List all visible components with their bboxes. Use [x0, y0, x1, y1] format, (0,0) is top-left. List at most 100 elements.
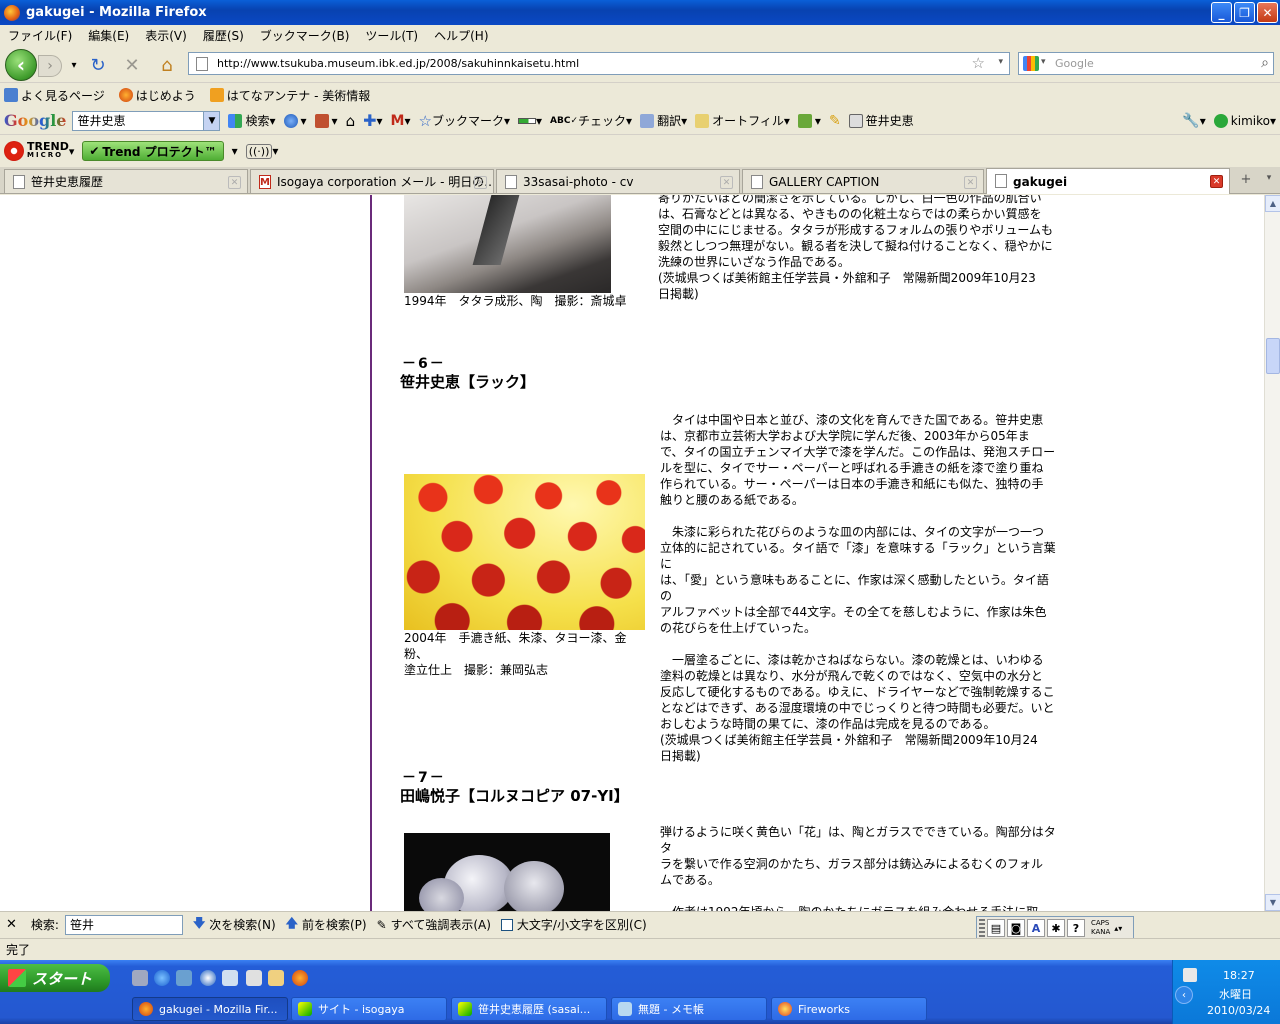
- engine-dropdown-icon[interactable]: ▾: [1041, 57, 1046, 67]
- scroll-thumb[interactable]: [1266, 338, 1280, 374]
- clock-time[interactable]: 18:27: [1223, 969, 1255, 982]
- stop-icon[interactable]: ✕: [120, 54, 144, 76]
- home-button[interactable]: ⌂: [346, 112, 356, 130]
- google-engine-icon[interactable]: [1023, 56, 1039, 71]
- trend-toolbar: TREND MICRO ▾ ✔ Trend プロテクト™ ▾ ((·)) ▾: [0, 136, 1280, 166]
- menu-history[interactable]: 履歴(S): [195, 27, 252, 44]
- google-logo[interactable]: Google: [4, 111, 66, 130]
- quicklaunch-people-icon[interactable]: [268, 970, 284, 986]
- tab-gallery-caption[interactable]: GALLERY CAPTION ✕: [742, 169, 984, 193]
- history-dropdown-icon[interactable]: ▾: [62, 54, 86, 76]
- vertical-scrollbar[interactable]: ▲ ▼: [1264, 195, 1280, 911]
- bookmarks-button[interactable]: ☆ ブックマーク ▾: [419, 112, 511, 130]
- scroll-down-button[interactable]: ▼: [1265, 894, 1280, 911]
- ime-toolbar[interactable]: ▤ ◙ A ✱ ? CAPS KANA ▴▾: [976, 916, 1134, 940]
- find-prev-button[interactable]: 🡅 前を検索(P): [286, 914, 367, 935]
- scroll-up-button[interactable]: ▲: [1265, 195, 1280, 212]
- input-mode-icon[interactable]: A: [1027, 919, 1045, 937]
- task-firefox[interactable]: gakugei - Mozilla Fir...: [132, 997, 288, 1021]
- star-icon[interactable]: ☆: [972, 54, 985, 72]
- match-case-checkbox[interactable]: 大文字/小文字を区別(C): [500, 916, 647, 933]
- quicklaunch-firefox-icon[interactable]: [292, 970, 308, 986]
- plus-icon: ✚: [363, 111, 377, 130]
- ime-help-icon[interactable]: ?: [1067, 919, 1085, 937]
- gmail-button[interactable]: M ▾: [391, 113, 411, 129]
- account-button[interactable]: kimiko ▾: [1213, 113, 1276, 128]
- site-icon: [298, 1002, 312, 1016]
- new-tab-icon[interactable]: +: [1236, 172, 1256, 190]
- minimize-button[interactable]: _: [1211, 2, 1232, 23]
- menu-file[interactable]: ファイル(F): [0, 27, 80, 44]
- task-notepad[interactable]: 無題 - メモ帳: [611, 997, 767, 1021]
- quicklaunch-ie-icon[interactable]: [154, 970, 170, 986]
- trend-wifi-button[interactable]: ((·)) ▾: [245, 143, 278, 159]
- search-bar[interactable]: ▾ Google ⌕: [1018, 52, 1274, 75]
- tab-close-icon[interactable]: ✕: [1210, 175, 1223, 188]
- bookmark-most-visited[interactable]: よく見るページ: [0, 87, 105, 104]
- tab-list-icon[interactable]: ▾: [1262, 173, 1276, 189]
- task-sasai-history[interactable]: 笹井史恵履歴 (sasai...: [451, 997, 607, 1021]
- menu-bookmarks[interactable]: ブックマーク(B): [252, 27, 358, 44]
- highlight-all-button[interactable]: ✎ すべて強調表示(A): [377, 916, 491, 933]
- news-button[interactable]: ▾: [314, 113, 338, 128]
- forward-button[interactable]: ›: [38, 55, 62, 77]
- ime-tool-icon[interactable]: ✱: [1047, 919, 1065, 937]
- tab-close-icon[interactable]: ✕: [474, 176, 487, 189]
- tab-isogaya-mail[interactable]: M Isogaya corporation メール - 明日の... ✕: [250, 169, 494, 193]
- quicklaunch-desktop-icon[interactable]: [246, 970, 262, 986]
- quicklaunch-explorer-icon[interactable]: [222, 970, 238, 986]
- task-fireworks[interactable]: Fireworks: [771, 997, 927, 1021]
- chevron-down-icon[interactable]: ▼: [203, 111, 220, 130]
- spellcheck-button[interactable]: ABC✓ チェック ▾: [550, 112, 632, 129]
- maximize-button[interactable]: ❐: [1234, 2, 1255, 23]
- trend-micro-logo[interactable]: TREND MICRO ▾: [4, 141, 74, 161]
- quicklaunch-media-icon[interactable]: [200, 970, 216, 986]
- tab-sasai-photo-cv[interactable]: 33sasai-photo - cv ✕: [496, 169, 740, 193]
- menu-tools[interactable]: ツール(T): [357, 27, 426, 44]
- notepad-icon: [618, 1002, 632, 1016]
- bookmark-hatena[interactable]: はてなアンテナ - 美術情報: [206, 87, 370, 104]
- menu-view[interactable]: 表示(V): [137, 27, 195, 44]
- page-icon: [751, 175, 763, 189]
- globe-button[interactable]: ▾: [283, 113, 307, 128]
- url-bar[interactable]: http://www.tsukuba.museum.ibk.ed.jp/2008…: [188, 52, 1010, 75]
- ime-pad-icon[interactable]: ▤: [987, 919, 1005, 937]
- start-button[interactable]: スタート: [0, 964, 110, 992]
- highlight-button[interactable]: ✎: [829, 113, 841, 129]
- reload-icon[interactable]: ↻: [86, 54, 110, 76]
- task-isogaya-site[interactable]: サイト - isogaya: [291, 997, 447, 1021]
- google-search-input[interactable]: 笹井史恵 ▼: [72, 110, 221, 131]
- quicklaunch-messenger-icon[interactable]: [176, 970, 192, 986]
- url-dropdown-icon[interactable]: ▾: [998, 57, 1003, 67]
- tab-close-icon[interactable]: ✕: [720, 176, 733, 189]
- back-button[interactable]: ‹: [5, 49, 37, 81]
- chevron-left-icon[interactable]: ‹: [1175, 986, 1193, 1004]
- menu-help[interactable]: ヘルプ(H): [426, 27, 496, 44]
- find-input[interactable]: 笹井: [64, 914, 183, 935]
- trend-protect-button[interactable]: ✔ Trend プロテクト™: [82, 141, 224, 161]
- magnifier-icon[interactable]: ⌕: [1261, 55, 1269, 71]
- autofill-button[interactable]: オートフィル ▾: [695, 112, 790, 129]
- send-button[interactable]: ▾: [797, 113, 821, 128]
- plus-button[interactable]: ✚ ▾: [363, 111, 382, 130]
- translate-button[interactable]: 翻訳 ▾: [640, 112, 687, 129]
- ime-menu-icon[interactable]: ▴▾: [1114, 924, 1122, 933]
- find-close-icon[interactable]: ✕: [6, 917, 17, 932]
- trend-dropdown[interactable]: ▾: [232, 144, 238, 158]
- tray-app-icon[interactable]: [1183, 968, 1197, 982]
- tab-close-icon[interactable]: ✕: [964, 176, 977, 189]
- home-icon[interactable]: ⌂: [155, 54, 179, 76]
- menu-edit[interactable]: 編集(E): [80, 27, 137, 44]
- close-button[interactable]: ✕: [1257, 2, 1278, 23]
- highlight-term-button[interactable]: 笹井史恵: [848, 112, 914, 129]
- google-search-button[interactable]: 検索 ▾: [228, 112, 276, 129]
- quicklaunch-app-icon[interactable]: [132, 970, 148, 986]
- tab-gakugei[interactable]: gakugei ✕: [986, 168, 1230, 194]
- pagerank-button[interactable]: ▾: [518, 114, 542, 128]
- ime-mode-icon[interactable]: ◙: [1007, 919, 1025, 937]
- bookmark-getting-started[interactable]: はじめよう: [115, 87, 196, 104]
- find-next-button[interactable]: 🡇 次を検索(N): [193, 914, 276, 935]
- settings-button[interactable]: 🔧 ▾: [1182, 113, 1205, 129]
- tab-sasai-history[interactable]: 笹井史恵履歴 ✕: [4, 169, 248, 193]
- tab-close-icon[interactable]: ✕: [228, 176, 241, 189]
